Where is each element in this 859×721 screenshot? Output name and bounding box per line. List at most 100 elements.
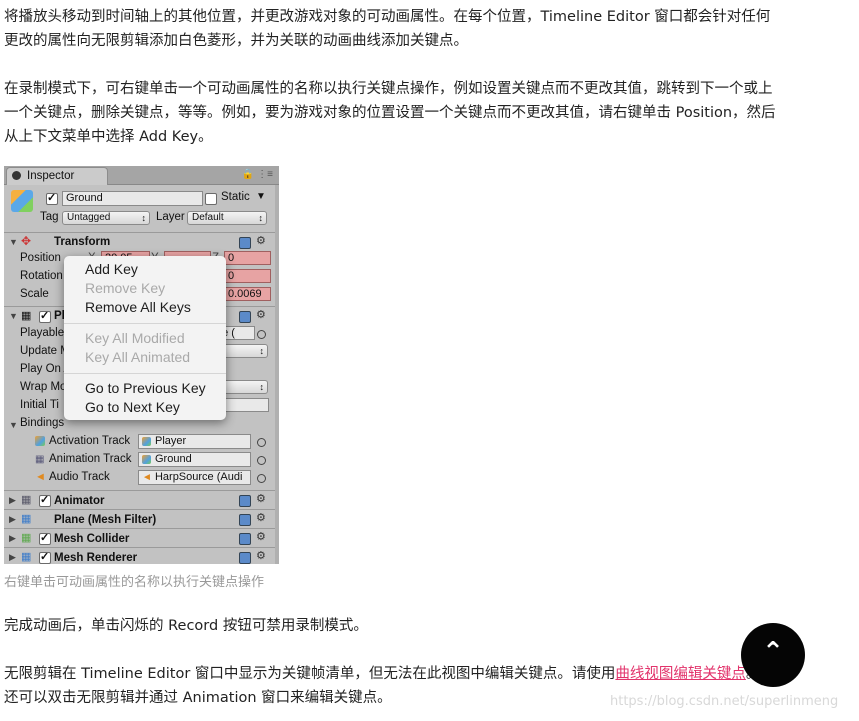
director-icon: ▦ (21, 310, 32, 322)
help-icon[interactable] (239, 237, 251, 249)
object-picker-icon[interactable] (257, 330, 266, 339)
active-checkbox[interactable] (46, 191, 58, 205)
audio-source-icon: ◄ (142, 472, 152, 483)
animator-enabled-checkbox[interactable] (39, 493, 51, 507)
mesh-collider-title: Mesh Collider (54, 533, 130, 545)
paragraph-1-line-2: 更改的属性向无限剪辑添加白色菱形，并为关联的动画曲线添加关键点。 (4, 33, 468, 49)
help-icon[interactable] (239, 552, 251, 564)
static-checkbox[interactable] (205, 193, 217, 205)
chevron-up-icon: ⌃ (762, 637, 784, 667)
gear-icon[interactable]: ⚙ (256, 308, 266, 321)
animation-track-value: Ground (155, 453, 192, 465)
gear-icon[interactable]: ⚙ (256, 530, 266, 543)
menu-separator (64, 373, 226, 374)
help-icon[interactable] (239, 514, 251, 526)
playable-label: Playable (20, 327, 65, 339)
object-picker-icon[interactable] (257, 474, 266, 483)
menu-item-next-key[interactable]: Go to Next Key (85, 398, 180, 417)
back-to-top-button[interactable]: ⌃ (741, 623, 805, 687)
expand-triangle-icon[interactable]: ▼ (9, 311, 18, 321)
cube-icon (142, 437, 151, 446)
paragraph-2-line-2: 一个关键点，删除关键点，等等。例如，要为游戏对象的位置设置一个关键点而不更改其值… (4, 105, 776, 121)
static-dropdown-icon[interactable]: ▼ (256, 191, 266, 202)
mesh-collider-header[interactable]: ▶ ▦ Mesh Collider ⚙ (4, 528, 279, 547)
static-label: Static (221, 191, 250, 203)
mesh-filter-header[interactable]: ▶ ▦ Plane (Mesh Filter) ⚙ (4, 509, 279, 528)
help-icon[interactable] (239, 495, 251, 507)
activation-track-field[interactable]: Player (138, 434, 251, 449)
watermark: https://blog.csdn.net/superlinmeng (610, 694, 839, 709)
help-icon[interactable] (239, 533, 251, 545)
animation-track-icon: ▦ (35, 454, 45, 465)
bindings-triangle-icon[interactable]: ▼ (9, 420, 18, 430)
object-picker-icon[interactable] (257, 456, 266, 465)
menu-item-key-all-animated: Key All Animated (85, 349, 191, 365)
rotation-z-field[interactable]: 0 (224, 269, 271, 283)
bindings-label: Bindings (20, 417, 65, 429)
tag-label: Tag (40, 211, 59, 223)
audio-track-field[interactable]: ◄ HarpSource (Audi (138, 470, 251, 485)
curves-view-link[interactable]: 曲线视图编辑关键点 (615, 666, 746, 682)
scale-z-field[interactable]: 0.0069 (224, 287, 271, 301)
transform-header[interactable]: ▼ ✥ Transform ⚙ (4, 232, 279, 251)
cube-icon (142, 455, 151, 464)
paragraph-1: 将播放头移动到时间轴上的其他位置，并更改游戏对象的可动画属性。在每个位置，Tim… (4, 5, 856, 53)
inspector-scrollbar[interactable] (275, 185, 279, 564)
paragraph-4-text-a: 无限剪辑在 Timeline Editor 窗口中显示为关键帧清单，但无法在此视… (4, 666, 616, 682)
scale-label[interactable]: Scale (20, 288, 49, 300)
wrap-mode-label: Wrap Mo (20, 381, 67, 393)
collapsed-triangle-icon[interactable]: ▶ (9, 495, 16, 506)
gear-icon[interactable]: ⚙ (256, 492, 266, 505)
tab-inspector-label: Inspector (27, 170, 75, 182)
menu-item-add-key[interactable]: Add Key (85, 260, 138, 279)
paragraph-1-line-1: 将播放头移动到时间轴上的其他位置，并更改游戏对象的可动画属性。在每个位置，Tim… (4, 9, 771, 25)
layer-dropdown[interactable]: Default (187, 211, 267, 225)
animation-track-label: Animation Track (49, 453, 132, 465)
expand-triangle-icon[interactable]: ▼ (9, 237, 18, 247)
animator-header[interactable]: ▶ ▦ Animator ⚙ (4, 490, 279, 509)
mesh-renderer-header[interactable]: ▶ ▦ Mesh Renderer ⚙ (4, 547, 279, 564)
rotation-label[interactable]: Rotation (20, 270, 63, 282)
audio-track-value: HarpSource (Audi (154, 471, 243, 483)
paragraph-2-line-1: 在录制模式下，可右键单击一个可动画属性的名称以执行关键点操作，例如设置关键点而不… (4, 81, 773, 97)
gear-icon[interactable]: ⚙ (256, 511, 266, 524)
audio-track-label: Audio Track (49, 471, 110, 483)
inspector-tabbar: Inspector 🔒 ⋮≡ (4, 166, 279, 185)
figure-caption: 右键单击可动画属性的名称以执行关键点操作 (4, 575, 265, 590)
mesh-collider-enabled-checkbox[interactable] (39, 531, 51, 545)
tab-inspector[interactable]: Inspector (6, 167, 108, 185)
collapsed-triangle-icon[interactable]: ▶ (9, 514, 16, 525)
activation-track-value: Player (155, 435, 187, 447)
animator-icon: ▦ (21, 494, 32, 506)
help-icon[interactable] (239, 311, 251, 323)
position-z-field[interactable]: 0 (224, 251, 271, 265)
lock-icon[interactable]: 🔒 ⋮≡ (242, 169, 273, 180)
transform-axes-icon: ✥ (21, 234, 32, 248)
object-name-field[interactable]: Ground (62, 191, 203, 206)
position-label[interactable]: Position (20, 252, 61, 264)
info-icon (12, 171, 21, 180)
object-picker-icon[interactable] (257, 438, 266, 447)
paragraph-3: 完成动画后，单击闪烁的 Record 按钮可禁用录制模式。 (4, 618, 368, 634)
mesh-renderer-title: Mesh Renderer (54, 552, 138, 564)
mesh-renderer-enabled-checkbox[interactable] (39, 550, 51, 564)
activation-track-icon (35, 436, 45, 446)
menu-item-previous-key[interactable]: Go to Previous Key (85, 379, 206, 398)
menu-item-remove-all-keys[interactable]: Remove All Keys (85, 298, 191, 317)
animation-track-field[interactable]: Ground (138, 452, 251, 467)
paragraph-2: 在录制模式下，可右键单击一个可动画属性的名称以执行关键点操作，例如设置关键点而不… (4, 77, 856, 149)
collapsed-triangle-icon[interactable]: ▶ (9, 552, 16, 563)
tag-dropdown[interactable]: Untagged (62, 211, 150, 225)
mesh-collider-icon: ▦ (21, 532, 32, 544)
animator-title: Animator (54, 495, 105, 507)
mesh-filter-icon: ▦ (21, 513, 32, 525)
mesh-renderer-icon: ▦ (21, 551, 32, 563)
activation-track-label: Activation Track (49, 435, 131, 447)
menu-item-remove-key: Remove Key (85, 280, 166, 296)
collapsed-triangle-icon[interactable]: ▶ (9, 533, 16, 544)
gear-icon[interactable]: ⚙ (256, 234, 266, 247)
gear-icon[interactable]: ⚙ (256, 549, 266, 562)
layer-label: Layer (156, 211, 185, 223)
update-mode-label: Update M (20, 345, 70, 357)
director-enabled-checkbox[interactable] (39, 309, 51, 323)
